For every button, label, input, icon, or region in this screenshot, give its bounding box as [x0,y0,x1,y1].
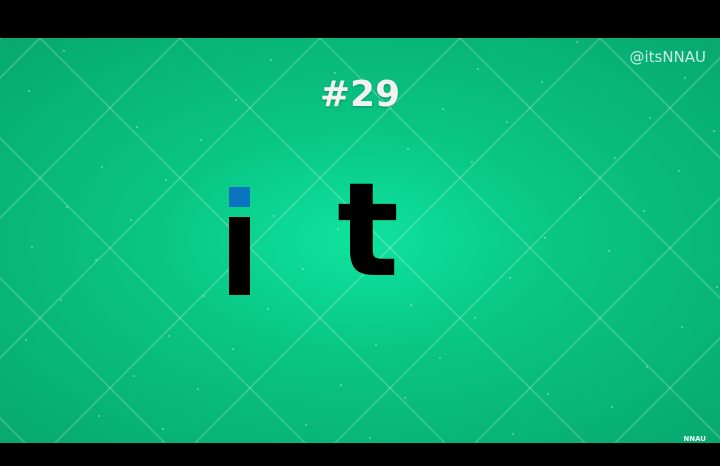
sparkle-dot [375,344,377,346]
sparkle-dot [168,335,170,337]
sparkle-dot [649,117,651,119]
video-frame: #29 @itsNNAU i t NNAU [0,38,720,443]
sparkle-dot [608,250,610,252]
sparkle-dot [506,121,508,123]
sparkle-dot [162,428,164,430]
sparkle-dot [101,166,103,168]
sparkle-dot [302,268,304,270]
sparkle-dot [63,50,65,52]
sparkle-dot [404,397,406,399]
sparkle-dot [200,139,202,141]
sparkle-dot [579,197,581,199]
sparkle-dot [203,295,205,297]
watermark-logo: NNAU [683,435,706,443]
sparkle-dot [407,148,409,150]
sparkle-dot [273,215,275,217]
sparkle-dot [60,299,62,301]
sparkle-dot [25,339,27,341]
sparkle-dot [471,161,473,163]
sparkle-dot [509,277,511,279]
sparkle-dot [267,308,269,310]
sparkle-dot [544,237,546,239]
sparkle-dot [713,130,715,132]
i-dot-square [229,187,250,207]
sparkle-dot [270,59,272,61]
puzzle-number: #29 [319,74,401,115]
sparkle-dot [474,317,476,319]
sparkle-dot [66,206,68,208]
sparkle-dot [0,38,1,39]
sparkle-dot [232,348,234,350]
sparkle-dot [439,357,441,359]
letter-i-stem [229,217,250,295]
sparkle-dot [165,179,167,181]
sparkle-dot [611,406,613,408]
sparkle-dot [646,366,648,368]
sparkle-dot [197,388,199,390]
sparkle-dot [98,415,100,417]
sparkle-dot [410,304,412,306]
letter-t: t [337,154,400,306]
channel-handle: @itsNNAU [629,48,706,66]
sparkle-dot [305,424,307,426]
sparkle-dot [133,375,135,377]
sparkle-dot [512,433,514,435]
sparkle-dot [614,157,616,159]
sparkle-dot [547,393,549,395]
sparkle-dot [95,259,97,261]
sparkle-dot [681,326,683,328]
sparkle-dot [136,126,138,128]
sparkle-dot [643,210,645,212]
sparkle-dot [369,437,371,439]
sparkle-dot [678,170,680,172]
sparkle-dot [576,41,578,43]
sparkle-dot [340,384,342,386]
sparkle-dot [716,286,718,288]
sparkle-dot [130,219,132,221]
sparkle-dot [477,68,479,70]
sparkle-dot [31,246,33,248]
